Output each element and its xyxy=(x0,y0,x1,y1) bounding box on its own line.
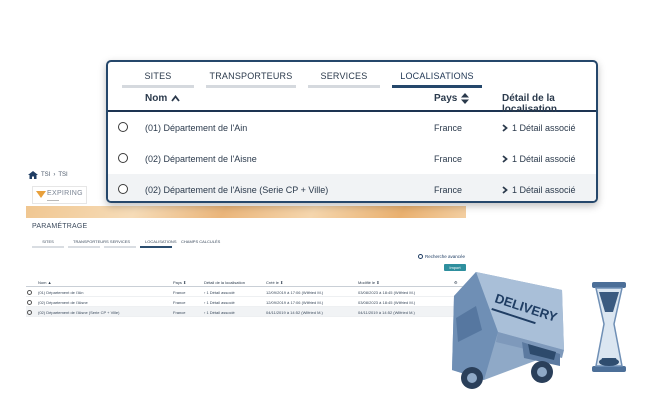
column-header-pays-label: Pays xyxy=(434,93,458,104)
row-pays: France xyxy=(173,290,186,295)
delivery-van-icon: DELIVERY xyxy=(452,272,564,389)
row-cree: 04/11/2019 à 14:52 (Wilfried M.) xyxy=(266,310,323,315)
col-cree[interactable]: Créé le ⬍ xyxy=(266,280,283,285)
tab-bar: SITES TRANSPORTEURS SERVICES LOCALISATIO… xyxy=(122,68,482,88)
sort-both-icon xyxy=(461,93,470,104)
col-pays[interactable]: Pays ⬍ xyxy=(173,280,186,285)
table-header: Nom Pays Détail de la localisation xyxy=(108,90,596,115)
row-name: (02) Département de l'Aisne xyxy=(145,154,257,164)
logo-tagline: ▬▬▬▬ xyxy=(47,198,59,202)
row-pays: France xyxy=(173,310,186,315)
table-row[interactable]: (02) Département de l'Aisne (Serie CP + … xyxy=(26,307,466,317)
chevron-right-icon xyxy=(502,155,508,163)
col-nom[interactable]: Nom ▲ xyxy=(38,280,52,285)
row-detail-label: 1 Détail associé xyxy=(206,300,235,305)
row-radio[interactable] xyxy=(27,289,32,295)
table-row[interactable]: (02) Département de l'Aisne (Serie CP + … xyxy=(108,174,596,201)
row-detail-link[interactable]: 1 Détail associé xyxy=(502,123,576,133)
company-logo: EXPIRING ▬▬▬▬ xyxy=(32,186,87,204)
logo-text: EXPIRING xyxy=(47,190,83,197)
column-header-pays[interactable]: Pays xyxy=(434,93,470,104)
header-banner xyxy=(26,206,466,218)
row-cree: 12/09/2019 à 17:06 (Wilfried M.) xyxy=(266,300,324,305)
table-row[interactable]: (01) Département de l'Ain France 1 Détai… xyxy=(108,112,596,143)
row-detail[interactable]: › 1 Détail associé xyxy=(204,300,235,305)
row-detail-label: 1 Détail associé xyxy=(512,185,576,195)
sort-ascending-icon xyxy=(171,95,180,102)
logo-mark-icon xyxy=(36,191,46,198)
row-radio[interactable] xyxy=(118,122,128,132)
tab-sites[interactable]: SITES xyxy=(32,238,64,248)
locations-table-small: Nom ▲ Pays ⬍ Détail de la localisation C… xyxy=(26,277,466,317)
row-detail-label: 1 Détail associé xyxy=(206,290,235,295)
col-pays-label: Pays xyxy=(173,280,182,285)
col-cree-label: Créé le xyxy=(266,280,279,285)
chevron-right-icon xyxy=(502,186,508,194)
screen: TSI › TSI EXPIRING ▬▬▬▬ PARAMÉTRAGE SITE… xyxy=(0,0,650,400)
settings-panel: PARAMÉTRAGE SITES TRANSPORTEURS SERVICES… xyxy=(26,218,466,338)
row-radio[interactable] xyxy=(118,153,128,163)
advanced-search-label: Recherche avancée xyxy=(425,254,466,259)
tab-bar: SITES TRANSPORTEURS SERVICES LOCALISATIO… xyxy=(32,238,225,248)
col-modifie[interactable]: Modifié le ⬍ xyxy=(358,280,380,285)
row-detail-link[interactable]: 1 Détail associé xyxy=(502,185,576,195)
breadcrumb-item[interactable]: TSI xyxy=(41,172,50,178)
tab-services[interactable]: SERVICES xyxy=(308,68,380,88)
row-pays: France xyxy=(173,300,186,305)
tab-transporteurs[interactable]: TRANSPORTEURS xyxy=(68,238,109,248)
page-title: PARAMÉTRAGE xyxy=(32,223,88,230)
row-radio[interactable] xyxy=(27,309,32,315)
tab-localisations[interactable]: LOCALISATIONS xyxy=(392,68,482,88)
table-row[interactable]: (02) Département de l'Aisne France › 1 D… xyxy=(26,297,466,307)
row-modifie: 04/11/2019 à 14:52 (Wilfried M.) xyxy=(358,310,415,315)
col-modifie-label: Modifié le xyxy=(358,280,376,285)
tab-transporteurs[interactable]: TRANSPORTEURS xyxy=(206,68,296,88)
breadcrumb: TSI › TSI xyxy=(28,171,68,179)
row-modifie: 03/08/2023 à 18:45 (Wilfried M.) xyxy=(358,300,416,305)
hourglass-icon xyxy=(592,282,626,372)
row-cree: 12/09/2019 à 17:06 (Wilfried M.) xyxy=(266,290,324,295)
breadcrumb-item[interactable]: TSI xyxy=(58,172,67,178)
home-icon[interactable] xyxy=(28,171,38,179)
column-header-nom[interactable]: Nom xyxy=(145,93,180,104)
locations-table: (01) Département de l'Ain France 1 Détai… xyxy=(108,112,596,201)
row-radio[interactable] xyxy=(118,184,128,194)
row-detail[interactable]: › 1 Détail associé xyxy=(204,290,235,295)
row-pays: France xyxy=(434,154,463,164)
table-row[interactable]: (02) Département de l'Aisne France 1 Dét… xyxy=(108,143,596,174)
search-icon xyxy=(418,254,423,259)
tab-sites[interactable]: SITES xyxy=(122,68,194,88)
row-detail-label: 1 Détail associé xyxy=(512,154,576,164)
row-radio[interactable] xyxy=(27,299,32,305)
column-header-nom-label: Nom xyxy=(145,93,168,104)
tab-champs-calcules[interactable]: CHAMPS CALCULÉS xyxy=(176,238,225,248)
row-name: (01) Département de l'Ain xyxy=(38,290,84,295)
row-detail[interactable]: › 1 Détail associé xyxy=(204,310,235,315)
row-modifie: 03/08/2023 à 18:45 (Wilfried M.) xyxy=(358,290,416,295)
tab-services[interactable]: SERVICES xyxy=(104,238,136,248)
row-detail-label: 1 Détail associé xyxy=(206,310,235,315)
chevron-right-icon: › xyxy=(53,172,56,178)
zoomed-locations-panel: SITES TRANSPORTEURS SERVICES LOCALISATIO… xyxy=(106,60,598,203)
delivery-illustration: DELIVERY xyxy=(452,272,626,389)
table-row[interactable]: (01) Département de l'Ain France › 1 Dét… xyxy=(26,287,466,297)
row-name: (02) Département de l'Aisne (Serie CP + … xyxy=(145,185,329,195)
row-name: (02) Département de l'Aisne (Serie CP + … xyxy=(38,310,120,315)
col-detail[interactable]: Détail de la localisation xyxy=(204,280,245,285)
table-header: Nom ▲ Pays ⬍ Détail de la localisation C… xyxy=(26,277,466,287)
row-name: (01) Département de l'Ain xyxy=(145,123,248,133)
row-detail-label: 1 Détail associé xyxy=(512,123,576,133)
col-nom-label: Nom xyxy=(38,280,47,285)
chevron-right-icon xyxy=(502,124,508,132)
advanced-search-link[interactable]: Recherche avancée xyxy=(418,254,465,259)
row-pays: France xyxy=(434,185,463,195)
row-detail-link[interactable]: 1 Détail associé xyxy=(502,154,576,164)
row-name: (02) Département de l'Aisne xyxy=(38,300,88,305)
tab-localisations[interactable]: LOCALISATIONS xyxy=(140,238,177,248)
row-pays: France xyxy=(434,123,463,133)
